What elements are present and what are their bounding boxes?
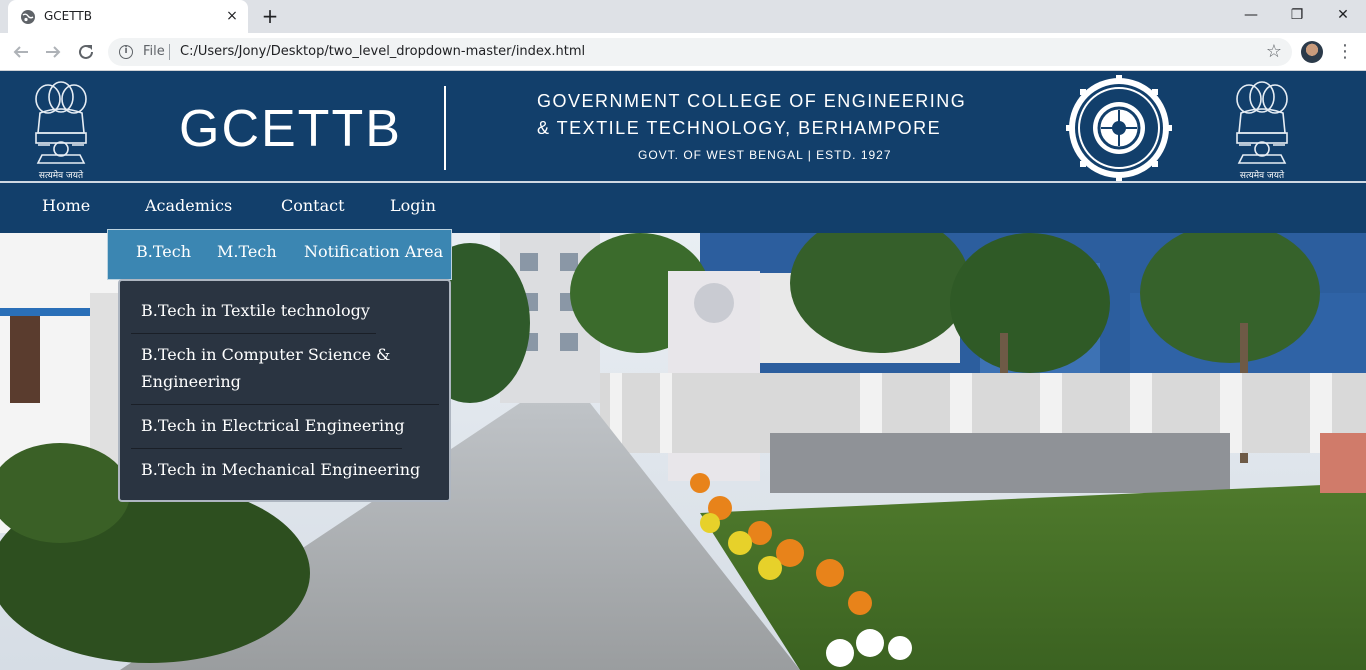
nav-home[interactable]: Home <box>42 196 90 215</box>
nav-contact[interactable]: Contact <box>281 196 345 215</box>
btech-mechanical-link[interactable]: B.Tech in Mechanical Engineering <box>141 456 420 483</box>
close-tab-icon[interactable]: × <box>223 7 241 25</box>
forward-arrow-icon[interactable] <box>40 39 66 65</box>
globe-icon <box>21 10 35 24</box>
nav-login[interactable]: Login <box>390 196 436 215</box>
lion-emblem-icon <box>1236 81 1288 164</box>
browser-toolbar: i File C:/Users/Jony/Desktop/two_level_d… <box>0 33 1366 71</box>
college-seal-logo <box>1066 75 1172 181</box>
emblem-caption: सत्यमेव जयते <box>1239 171 1285 181</box>
dropdown-divider <box>131 333 376 334</box>
url-divider <box>169 44 170 60</box>
url-text[interactable]: C:/Users/Jony/Desktop/two_level_dropdown… <box>180 44 585 59</box>
browser-menu-icon[interactable]: ⋮ <box>1336 40 1354 64</box>
minimize-button[interactable]: — <box>1228 0 1274 30</box>
nav-academics[interactable]: Academics <box>145 196 232 215</box>
btech-electrical-link[interactable]: B.Tech in Electrical Engineering <box>141 412 405 439</box>
restore-button[interactable]: ❐ <box>1274 0 1320 30</box>
browser-tab[interactable]: GCETTB × <box>8 0 248 33</box>
site-header: सत्यमेव जयते GCETTB GOVERNMENT COLLEGE O… <box>0 71 1366 182</box>
dropdown-divider <box>131 448 402 449</box>
tab-title: GCETTB <box>44 9 92 23</box>
reload-icon[interactable] <box>73 39 99 65</box>
main-nav: Home Academics Contact Login <box>0 183 1366 233</box>
dropdown-divider <box>131 404 439 405</box>
file-label: File <box>143 44 165 59</box>
submenu-mtech[interactable]: M.Tech <box>217 242 277 261</box>
national-emblem-left: सत्यमेव जयते <box>28 75 94 181</box>
btech-dropdown: B.Tech in Textile technology B.Tech in C… <box>118 279 451 502</box>
lion-emblem-icon <box>35 81 87 164</box>
address-bar[interactable]: i File C:/Users/Jony/Desktop/two_level_d… <box>108 38 1292 66</box>
profile-avatar[interactable] <box>1301 41 1323 63</box>
college-name-line1: GOVERNMENT COLLEGE OF ENGINEERING <box>537 91 967 111</box>
brand-divider <box>444 86 446 170</box>
back-arrow-icon[interactable] <box>8 39 34 65</box>
btech-cse-link[interactable]: B.Tech in Computer Science & Engineering <box>141 341 401 395</box>
web-page: सत्यमेव जयते GCETTB GOVERNMENT COLLEGE O… <box>0 71 1366 670</box>
info-icon[interactable]: i <box>119 45 133 59</box>
national-emblem-right: सत्यमेव जयते <box>1229 75 1295 181</box>
emblem-caption: सत्यमेव जयते <box>38 171 84 181</box>
btech-textile-link[interactable]: B.Tech in Textile technology <box>141 297 370 324</box>
college-subtitle: GOVT. OF WEST BENGAL | ESTD. 1927 <box>638 148 892 162</box>
browser-tabstrip: GCETTB × + — ❐ ✕ <box>0 0 1366 33</box>
new-tab-button[interactable]: + <box>256 4 284 30</box>
brand-title[interactable]: GCETTB <box>179 99 402 159</box>
submenu-btech[interactable]: B.Tech <box>136 242 191 261</box>
submenu-notification-area[interactable]: Notification Area <box>304 242 443 261</box>
close-window-button[interactable]: ✕ <box>1320 0 1366 30</box>
academics-dropdown: B.Tech M.Tech Notification Area <box>107 229 452 280</box>
college-name-line2: & TEXTILE TECHNOLOGY, BERHAMPORE <box>537 118 942 138</box>
bookmark-star-icon[interactable]: ☆ <box>1266 41 1282 62</box>
